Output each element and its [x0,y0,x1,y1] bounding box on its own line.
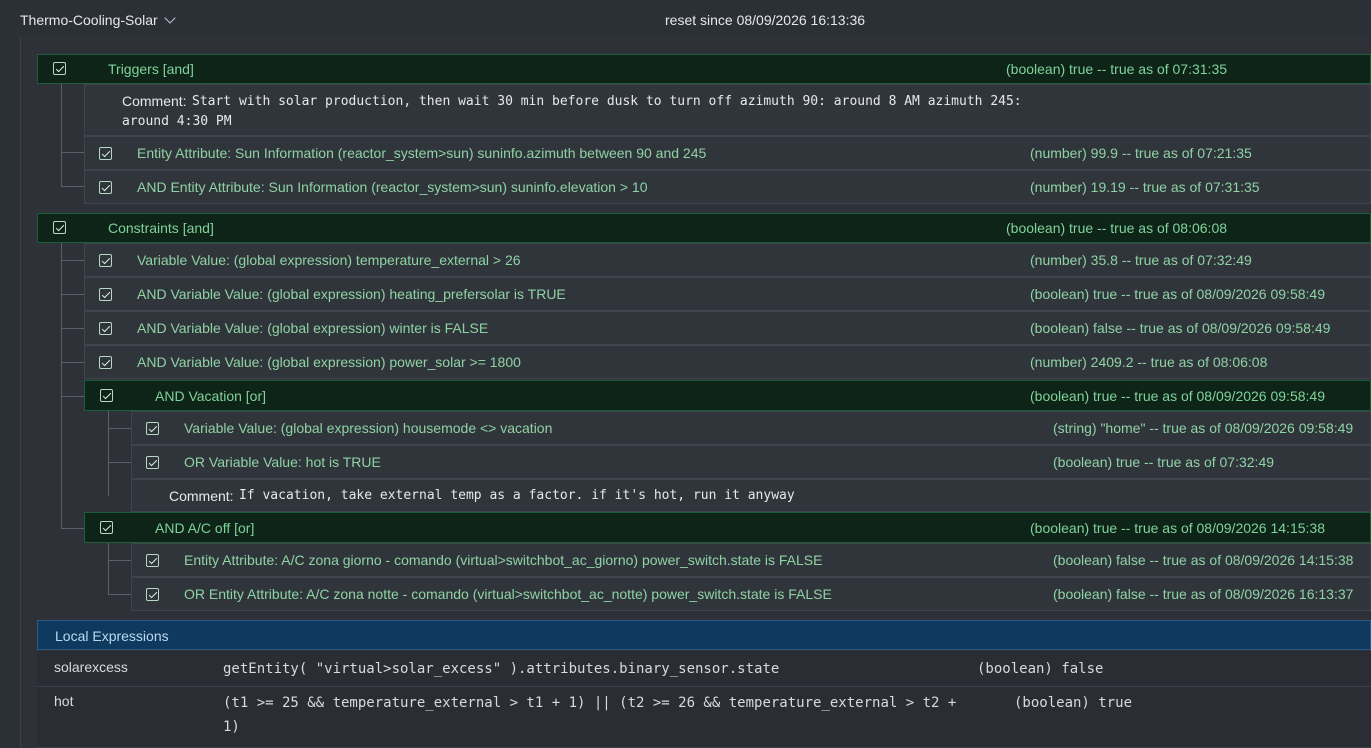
expression-code: getEntity( "virtual>solar_excess" ).attr… [223,661,780,677]
condition-label: Variable Value: (global expression) hous… [184,420,553,436]
local-expressions-title: Local Expressions [55,628,169,644]
condition-label: Variable Value: (global expression) temp… [137,252,521,268]
tree-line [61,243,62,528]
condition-label: Entity Attribute: A/C zona giorno - coma… [184,552,823,568]
vacation-condition-row[interactable]: OR Variable Value: hot is TRUE (boolean)… [131,445,1371,479]
constraint-condition-row[interactable]: AND Variable Value: (global expression) … [84,277,1371,311]
trigger-condition-row[interactable]: AND Entity Attribute: Sun Information (r… [84,170,1371,204]
condition-status: (number) 99.9 -- true as of 07:21:35 [1030,145,1252,161]
constraints-label: Constraints [and] [108,220,214,236]
checkbox-checked-icon [100,389,113,402]
comment-text-line-2: around 4:30 PM [122,114,232,129]
condition-status: (number) 35.8 -- true as of 07:32:49 [1030,252,1252,268]
expression-name: solarexcess [54,659,128,675]
trigger-condition-row[interactable]: Entity Attribute: Sun Information (react… [84,136,1371,170]
tree-line [61,152,85,153]
checkbox-checked-icon [99,288,112,301]
triggers-group-header[interactable]: Triggers [and] (boolean) true -- true as… [37,54,1371,84]
condition-label: AND Variable Value: (global expression) … [137,286,566,302]
triggers-label: Triggers [and] [108,61,194,77]
ac-off-condition-row[interactable]: Entity Attribute: A/C zona giorno - coma… [131,543,1371,577]
tree-line [61,396,85,397]
tree-line [61,328,85,329]
checkbox-checked-icon [146,588,159,601]
tree-line [108,462,132,463]
tree-line [108,543,109,595]
checkbox-checked-icon [99,356,112,369]
tree-line [61,84,62,186]
rule-title: Thermo-Cooling-Solar [20,12,158,28]
triggers-status: (boolean) true -- true as of 07:31:35 [1006,61,1228,77]
checkbox-checked-icon [99,147,112,160]
tree-line [61,186,85,187]
checkbox-checked-icon [99,254,112,267]
condition-label: OR Entity Attribute: A/C zona notte - co… [184,586,832,602]
checkbox-checked-icon [53,221,66,234]
expression-name: hot [54,693,74,709]
constraint-condition-row[interactable]: AND Variable Value: (global expression) … [84,311,1371,345]
condition-status: (boolean) true -- true as of 07:32:49 [1053,454,1275,470]
tree-line [108,560,132,561]
reset-status: reset since 08/09/2026 16:13:36 [665,12,866,28]
checkbox-checked-icon [99,322,112,335]
comment-text-line-1: Start with solar production, then wait 3… [192,94,1022,109]
expression-value: (boolean) true [1014,695,1133,711]
tree-line [108,594,132,595]
condition-label: OR Variable Value: hot is TRUE [184,454,381,470]
ac-off-label: AND A/C off [or] [155,519,255,536]
checkbox-checked-icon [53,62,66,75]
checkbox-checked-icon [99,181,112,194]
expression-code-line-2: 1) [223,719,240,735]
condition-label: AND Variable Value: (global expression) … [137,354,521,370]
constraint-condition-row[interactable]: AND Variable Value: (global expression) … [84,345,1371,379]
chevron-down-icon [164,12,176,24]
triggers-comment: Comment: Start with solar production, th… [84,84,1371,136]
comment-label: Comment: [122,93,187,109]
tree-line [61,260,85,261]
expression-value: (boolean) false [977,661,1104,677]
local-expression-row: hot (t1 >= 25 && temperature_external > … [37,687,1371,748]
condition-status: (number) 2409.2 -- true as of 08:06:08 [1030,354,1268,370]
local-expressions-header[interactable]: Local Expressions [37,620,1371,650]
checkbox-checked-icon [146,422,159,435]
condition-status: (string) "home" -- true as of 08/09/2026… [1053,420,1354,436]
header: Thermo-Cooling-Solar reset since 08/09/2… [0,0,1371,40]
local-expression-row: solarexcess getEntity( "virtual>solar_ex… [37,651,1371,687]
tree-line [108,411,109,496]
checkbox-checked-icon [146,554,159,567]
rule-title-dropdown[interactable]: Thermo-Cooling-Solar [20,12,176,28]
condition-status: (boolean) false -- true as of 08/09/2026… [1053,586,1354,602]
tree-line [61,362,85,363]
checkbox-checked-icon [100,521,113,534]
vacation-comment: Comment: If vacation, take external temp… [131,479,1371,512]
condition-status: (boolean) false -- true as of 08/09/2026… [1053,552,1354,568]
ac-off-status: (boolean) true -- true as of 08/09/2026 … [1030,519,1325,536]
tree-line [108,428,132,429]
ac-off-group-header[interactable]: AND A/C off [or] (boolean) true -- true … [84,512,1371,543]
expression-code-line-1: (t1 >= 25 && temperature_external > t1 +… [223,695,957,711]
constraint-condition-row[interactable]: Variable Value: (global expression) temp… [84,243,1371,277]
condition-status: (boolean) true -- true as of 08/09/2026 … [1030,286,1325,302]
ac-off-condition-row[interactable]: OR Entity Attribute: A/C zona notte - co… [131,577,1371,611]
tree-line [61,294,85,295]
constraints-status: (boolean) true -- true as of 08:06:08 [1006,220,1228,236]
vacation-label: AND Vacation [or] [155,387,267,404]
condition-label: AND Variable Value: (global expression) … [137,320,489,336]
condition-label: Entity Attribute: Sun Information (react… [137,145,707,161]
checkbox-checked-icon [146,456,159,469]
condition-status: (number) 19.19 -- true as of 07:31:35 [1030,179,1260,195]
tree-line [61,528,85,529]
vacation-condition-row[interactable]: Variable Value: (global expression) hous… [131,411,1371,445]
constraints-group-header[interactable]: Constraints [and] (boolean) true -- true… [37,213,1371,243]
condition-status: (boolean) false -- true as of 08/09/2026… [1030,320,1331,336]
condition-label: AND Entity Attribute: Sun Information (r… [137,179,648,195]
comment-label: Comment: [169,487,234,504]
vacation-group-header[interactable]: AND Vacation [or] (boolean) true -- true… [84,380,1371,411]
comment-text: If vacation, take external temp as a fac… [239,488,795,503]
vacation-status: (boolean) true -- true as of 08/09/2026 … [1030,387,1325,404]
